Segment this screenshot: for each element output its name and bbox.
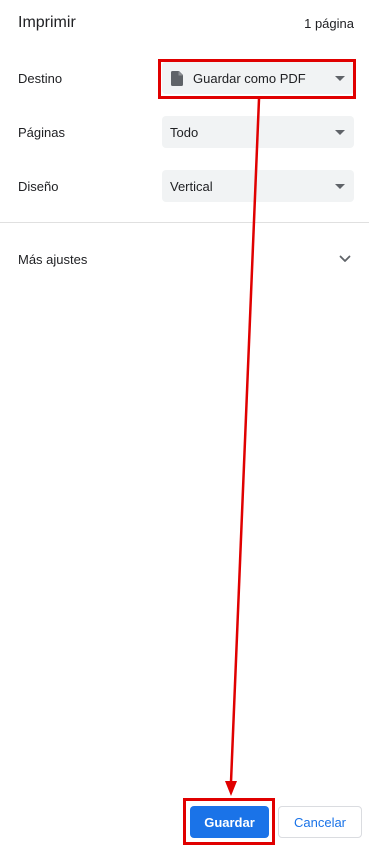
destination-select[interactable]: Guardar como PDF [162, 62, 354, 94]
layout-value: Vertical [170, 178, 213, 194]
dropdown-arrow-icon [335, 129, 345, 135]
layout-select[interactable]: Vertical [162, 170, 354, 202]
document-icon [171, 70, 183, 86]
page-count: 1 página [304, 15, 354, 31]
more-settings-toggle[interactable]: Más ajustes [18, 248, 351, 270]
pages-value: Todo [170, 124, 199, 140]
section-divider [0, 222, 369, 223]
save-button[interactable]: Guardar [190, 806, 269, 838]
pages-select[interactable]: Todo [162, 116, 354, 148]
dropdown-arrow-icon [335, 75, 345, 81]
layout-label: Diseño [18, 178, 59, 194]
destination-value: Guardar como PDF [193, 70, 306, 86]
pages-label: Páginas [18, 124, 65, 140]
more-settings-label: Más ajustes [18, 251, 88, 267]
dialog-title: Imprimir [18, 14, 76, 31]
cancel-button[interactable]: Cancelar [278, 806, 362, 838]
dialog-header: Imprimir 1 página [18, 12, 354, 34]
print-dialog: Imprimir 1 página Destino Guardar como P… [0, 0, 369, 848]
chevron-down-icon[interactable] [339, 255, 351, 263]
destination-label: Destino [18, 70, 63, 86]
dropdown-arrow-icon [335, 183, 345, 189]
